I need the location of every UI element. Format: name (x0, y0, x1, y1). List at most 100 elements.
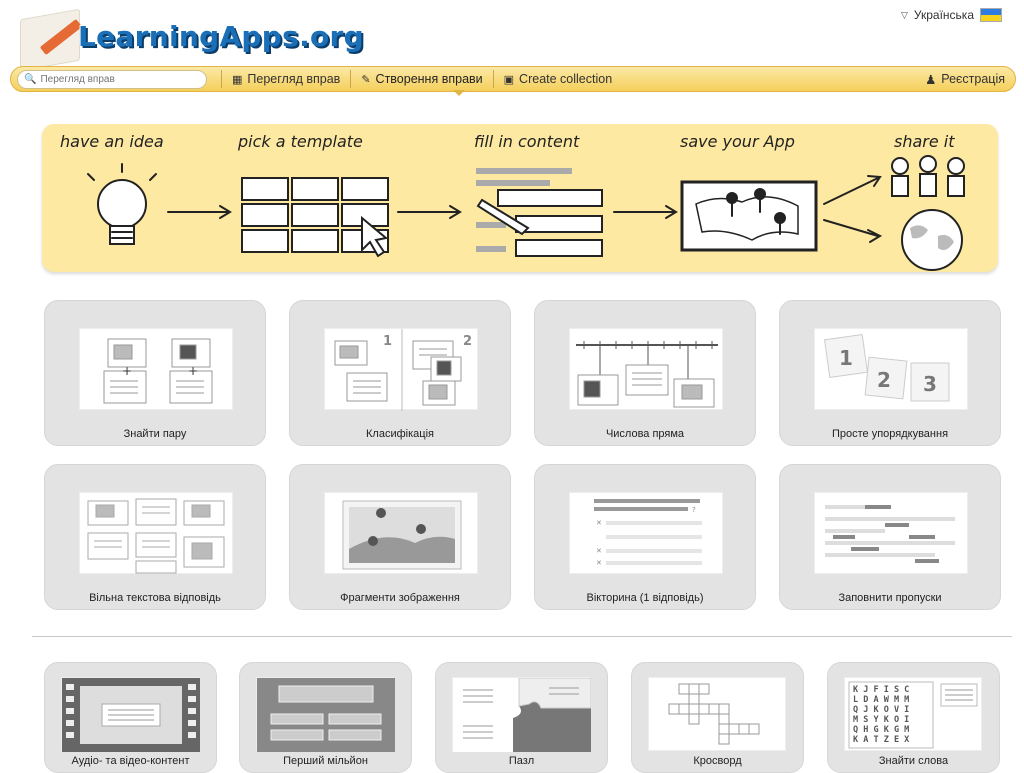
dropdown-triangle-icon: ▽ (900, 9, 908, 20)
template-thumbnail: + + (79, 328, 233, 410)
active-tab-indicator (453, 90, 465, 96)
template-card-crossword[interactable]: Кросворд (631, 662, 804, 773)
wordsearch-row: M S Y K O I (853, 715, 909, 725)
svg-text:✕: ✕ (596, 559, 602, 567)
image-map-icon (342, 500, 462, 570)
template-label: Просте упорядкування (831, 428, 949, 440)
svg-text:✕: ✕ (596, 547, 602, 555)
section-divider (32, 636, 1012, 637)
template-thumbnail (452, 677, 592, 752)
template-card-number-line[interactable]: Числова пряма (534, 300, 756, 446)
how-it-works-banner: have an idea pick a template fill in con… (42, 124, 998, 272)
matching-pairs-icon: + + (103, 338, 213, 404)
template-label: Класифікація (366, 428, 434, 440)
logo-text: LearningApps.org (78, 20, 364, 53)
template-thumbnail: 1 2 3 (814, 328, 968, 410)
template-card-classification[interactable]: 1 2 Класифікація (289, 300, 511, 446)
fill-content-icon (476, 168, 603, 257)
language-label: Українська (913, 8, 974, 22)
user-icon: ♟ (925, 72, 937, 87)
template-thumbnail (61, 677, 200, 752)
template-card-pairs[interactable]: + + Знайти пару (44, 300, 266, 446)
word-search-icon: K J F I S C L D A W M M Q J K O V I M S … (848, 681, 978, 749)
free-text-icon (87, 498, 225, 574)
wordsearch-row: K J F I S C (853, 685, 909, 695)
register-link[interactable]: ♟ Реєстрація (925, 72, 1005, 87)
template-label: Заповнити пропуски (838, 592, 942, 604)
order-number-1: 1 (839, 346, 853, 370)
lightbulb-icon (87, 163, 157, 245)
wordsearch-row: L D A W M M (853, 695, 909, 705)
svg-text:+: + (188, 364, 198, 378)
nav-browse-apps[interactable]: ▦ Перегляд вправ (221, 70, 350, 88)
gap-fill-icon (825, 505, 955, 563)
people-icon (891, 155, 965, 197)
order-number-2: 2 (877, 368, 891, 392)
map-icon (680, 180, 818, 252)
main-navbar: 🔍 ▦ Перегляд вправ ✎ Створення вправи ▣ … (10, 66, 1016, 92)
film-strip-icon (62, 678, 200, 752)
template-thumbnail: 1 2 (324, 328, 478, 411)
template-card-word-search[interactable]: K J F I S C L D A W M M Q J K O V I M S … (827, 662, 1000, 773)
ukraine-flag-icon (980, 8, 1002, 22)
svg-text:✕: ✕ (596, 519, 602, 527)
crossword-icon (668, 683, 760, 745)
template-card-image-fragments[interactable]: Фрагменти зображення (289, 464, 511, 610)
template-label: Числова пряма (605, 428, 685, 440)
template-thumbnail: K J F I S C L D A W M M Q J K O V I M S … (844, 677, 982, 751)
banner-illustration (87, 155, 965, 271)
order-number-3: 3 (923, 372, 937, 396)
template-thumbnail (324, 492, 478, 574)
template-label: Аудіо- та відео-контент (71, 755, 190, 767)
nav-collection-label: Create collection (519, 72, 613, 86)
template-grid-icon (241, 177, 389, 258)
collection-icon: ▣ (503, 73, 515, 86)
template-label: Знайти слова (878, 755, 949, 767)
template-label: Пазл (508, 755, 535, 767)
label-two: 2 (463, 334, 472, 349)
template-label: Вільна текстова відповідь (89, 592, 221, 604)
template-thumbnail (569, 328, 723, 410)
puzzle-icon (453, 677, 592, 752)
template-thumbnail (648, 677, 786, 751)
pencil-icon: ✎ (361, 73, 371, 86)
template-thumbnail: ? ✕ ✕ ✕ (569, 492, 723, 574)
template-thumbnail (79, 492, 233, 574)
template-card-millionaire[interactable]: Перший мільйон (239, 662, 412, 773)
label-one: 1 (383, 334, 392, 349)
search-box[interactable]: 🔍 (17, 69, 207, 89)
nav-create-app[interactable]: ✎ Створення вправи (350, 70, 492, 88)
svg-text:+: + (122, 364, 132, 378)
template-label: Кросворд (693, 755, 742, 767)
template-label: Знайти пару (123, 428, 187, 440)
template-card-puzzle[interactable]: Пазл (435, 662, 608, 773)
template-label: Вікторина (1 відповідь) (586, 592, 704, 604)
template-card-fill-gaps[interactable]: Заповнити пропуски (779, 464, 1001, 610)
quiz-icon: ? ✕ ✕ ✕ (594, 499, 702, 567)
wordsearch-row: Q H G K G M (853, 725, 909, 735)
template-label: Фрагменти зображення (340, 592, 460, 604)
template-thumbnail (256, 677, 395, 752)
nav-create-label: Створення вправи (375, 72, 483, 86)
wordsearch-row: K A T Z E X (853, 735, 909, 745)
logo[interactable]: LearningApps.org (20, 6, 364, 72)
grid-icon: ▦ (232, 73, 243, 86)
template-card-free-text[interactable]: Вільна текстова відповідь (44, 464, 266, 610)
language-selector[interactable]: ▽ Українська (901, 8, 1002, 22)
register-label: Реєстрація (941, 72, 1005, 86)
ordering-icon: 1 2 3 (823, 333, 950, 402)
search-input[interactable] (40, 73, 201, 85)
classification-icon: 1 2 (334, 329, 472, 411)
number-line-icon (576, 341, 718, 408)
wordsearch-row: Q J K O V I (853, 705, 909, 715)
template-card-audio-video[interactable]: Аудіо- та відео-контент (44, 662, 217, 773)
svg-text:?: ? (692, 506, 696, 514)
template-card-simple-ordering[interactable]: 1 2 3 Просте упорядкування (779, 300, 1001, 446)
template-thumbnail (814, 492, 968, 574)
template-card-quiz[interactable]: ? ✕ ✕ ✕ Вікторина (1 відповідь) (534, 464, 756, 610)
nav-create-collection[interactable]: ▣ Create collection (492, 70, 623, 88)
search-icon: 🔍 (24, 73, 37, 85)
globe-icon (901, 209, 963, 271)
nav-browse-label: Перегляд вправ (247, 72, 341, 86)
millionaire-quiz-icon (257, 678, 395, 752)
